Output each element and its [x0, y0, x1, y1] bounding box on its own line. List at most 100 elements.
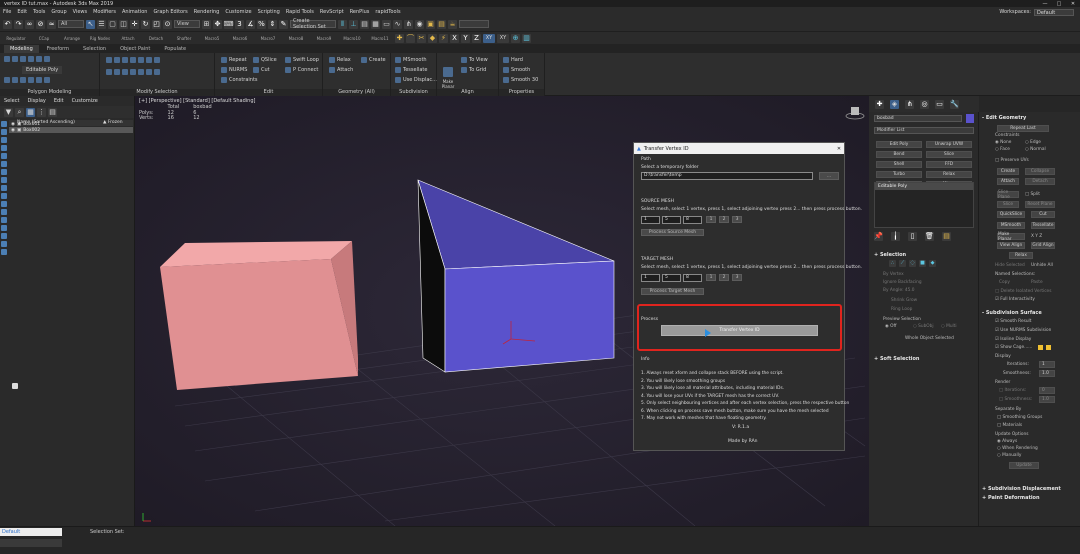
border-level-icon[interactable]: ◌	[909, 260, 916, 267]
smoothness-spinner[interactable]: 1.0	[1039, 370, 1055, 377]
camera-filter-icon[interactable]	[1, 145, 7, 151]
modify-selection-label[interactable]: Modify Selection	[100, 89, 214, 96]
smooth-30-button[interactable]: Smooth 30	[503, 77, 538, 83]
target-vertex-1-field[interactable]: 1	[641, 274, 660, 282]
lock-filter-icon[interactable]	[1, 249, 7, 255]
helper-filter-icon[interactable]	[1, 153, 7, 159]
explorer-tab-customize[interactable]: Customize	[72, 98, 98, 104]
preview-off-radio[interactable]: ◉ Off	[885, 324, 896, 329]
stack-item-editable-poly[interactable]: Editable Poly	[875, 183, 973, 190]
mod-slice-button[interactable]: Slice	[926, 151, 972, 158]
tab-object-paint[interactable]: Object Paint	[114, 45, 156, 53]
tool-e-icon[interactable]: ⚡	[439, 33, 448, 43]
relax-button[interactable]: Relax	[329, 57, 351, 63]
pin-stack-icon[interactable]: 📌	[874, 232, 883, 241]
target-pick-2-button[interactable]: 2	[719, 274, 729, 281]
mod-shell-button[interactable]: Shell	[876, 161, 922, 168]
qslice-button[interactable]: QSlice	[253, 57, 277, 63]
geometry-panel-label[interactable]: Geometry (All)	[323, 89, 390, 96]
utilities-tab-icon[interactable]: 🔧	[950, 99, 959, 109]
curve-editor-icon[interactable]: ∿	[393, 19, 402, 29]
macro5-button[interactable]: Macro5	[199, 36, 225, 41]
menu-edit[interactable]: Edit	[17, 9, 27, 15]
menu-group[interactable]: Group	[51, 9, 66, 15]
relax-geo-button[interactable]: Relax	[1009, 252, 1033, 259]
regulator-button[interactable]: Regulator	[3, 36, 29, 41]
menu-scripting[interactable]: Scripting	[258, 9, 280, 15]
path-input[interactable]: D:\transfer\temp	[641, 172, 813, 180]
to-view-button[interactable]: To View	[461, 57, 488, 63]
snap-tool-icon[interactable]: ⊕	[511, 33, 520, 43]
source-vertex-1-field[interactable]: 1	[641, 216, 660, 224]
delete-isolated-checkbox[interactable]: □ Delete Isolated Vertices	[995, 289, 1051, 294]
all-filter-icon[interactable]	[1, 217, 7, 223]
bind-space-warp-icon[interactable]: ≈	[47, 19, 56, 29]
by-vertex-option[interactable]: By Vertex	[883, 272, 904, 277]
detach-button[interactable]: Detach	[143, 36, 169, 41]
to-grid-button[interactable]: To Grid	[461, 67, 486, 73]
grid-align-button[interactable]: Grid Align	[1031, 242, 1055, 249]
maxscript-listener[interactable]: Default	[0, 528, 62, 536]
schematic-view-icon[interactable]: ⋔	[404, 19, 413, 29]
menu-file[interactable]: File	[3, 9, 11, 15]
ring-loop-buttons[interactable]: Ring Loop	[891, 307, 912, 312]
eye-icon[interactable]: ◉	[11, 128, 15, 133]
browse-button[interactable]: ...	[819, 172, 839, 180]
place-icon[interactable]: ⊙	[163, 19, 172, 29]
selection-filter-dropdown[interactable]: All	[58, 20, 84, 28]
explorer-tab-edit[interactable]: Edit	[54, 98, 64, 104]
update-manually-radio[interactable]: ○ Manually	[997, 453, 1021, 458]
rect-selection-icon[interactable]: ▢	[108, 19, 117, 29]
attach-geo-button[interactable]: Attach	[997, 178, 1019, 185]
group-filter-icon[interactable]	[1, 169, 7, 175]
filter-icon[interactable]: ▼	[4, 107, 13, 117]
msmooth-geo-button[interactable]: MSmooth	[997, 222, 1025, 229]
msmooth-button[interactable]: MSmooth	[395, 57, 427, 63]
layout-tool-icon[interactable]: ▥	[522, 33, 531, 43]
sync-filter-icon[interactable]	[1, 241, 7, 247]
grow-icons[interactable]	[106, 57, 160, 63]
spinner-snap-icon[interactable]: ⇕	[268, 19, 277, 29]
unlink-icon[interactable]: ⊘	[36, 19, 45, 29]
attach-button[interactable]: Attach	[115, 36, 141, 41]
display-icon[interactable]: ▦	[26, 107, 35, 117]
object-name-field[interactable]: boxbad	[874, 115, 962, 122]
smoothing-groups-checkbox[interactable]: □ Smoothing Groups	[997, 415, 1042, 420]
cut-geo-button[interactable]: Cut	[1031, 211, 1055, 218]
object-color-swatch[interactable]	[966, 114, 974, 123]
named-selection-dropdown[interactable]: Create Selection Set	[290, 18, 336, 30]
repeat-last-button[interactable]: Repeat Last	[997, 125, 1049, 132]
menu-rapidtools[interactable]: rapidTools	[375, 9, 400, 15]
bone-filter-icon[interactable]	[1, 185, 7, 191]
target-pick-1-button[interactable]: 1	[706, 274, 716, 281]
menu-customize[interactable]: Customize	[225, 9, 251, 15]
smooth-button[interactable]: Smooth	[503, 67, 530, 73]
rendered-frame-icon[interactable]: ▤	[437, 19, 446, 29]
by-angle-option[interactable]: By Angle: 45.0	[883, 288, 914, 293]
stack-icons[interactable]	[4, 56, 50, 62]
render-smoothness-label[interactable]: □ Smoothness:	[999, 397, 1032, 402]
dialog-titlebar[interactable]: ▲ Transfer Vertex ID ✕	[634, 143, 844, 154]
configure-sets-icon[interactable]: ▤	[942, 232, 951, 241]
tab-selection[interactable]: Selection	[77, 45, 112, 53]
macro6-button[interactable]: Macro6	[227, 36, 253, 41]
use-nurms-checkbox[interactable]: ☑ Use NURMS Subdivision	[995, 328, 1051, 333]
slice-plane-button[interactable]: Slice Plane	[997, 190, 1019, 200]
geometry-filter-icon[interactable]	[1, 121, 7, 127]
preview-subobj-radio[interactable]: ○ SubObj	[913, 324, 934, 329]
mod-edit-poly-button[interactable]: Edit Poly	[876, 141, 922, 148]
layer-explorer-icon[interactable]: ▤	[360, 19, 369, 29]
hide-selected-button[interactable]: Hide Selected	[995, 263, 1025, 268]
tab-populate[interactable]: Populate	[158, 45, 192, 53]
selection-header[interactable]: + Selection	[874, 252, 906, 258]
axis-xy2-icon[interactable]: XY	[497, 33, 509, 43]
swift-loop-button[interactable]: Swift Loop	[285, 57, 319, 63]
render-production-icon[interactable]: ☕	[448, 19, 457, 29]
macro8-button[interactable]: Macro8	[283, 36, 309, 41]
shafter-button[interactable]: Shafter	[171, 36, 197, 41]
reset-plane-button[interactable]: Reset Plane	[1025, 201, 1055, 208]
constraints-button[interactable]: Constraints	[221, 77, 258, 83]
p-connect-button[interactable]: P Connect	[285, 67, 318, 73]
xyz-buttons[interactable]: X Y Z	[1031, 234, 1042, 239]
vertex-smooth-dropdown[interactable]	[459, 20, 489, 28]
